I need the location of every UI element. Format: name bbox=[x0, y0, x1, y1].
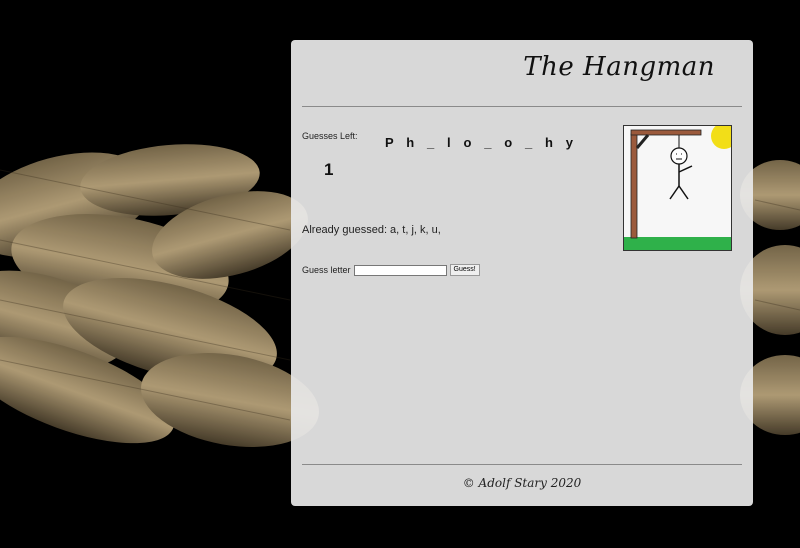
footer-copyright: © Adolf Stary 2020 bbox=[462, 476, 582, 490]
guess-letter-input[interactable] bbox=[353, 264, 447, 276]
already-guessed: Already guessed: a, t, j, k, u, bbox=[302, 224, 441, 236]
footer-divider bbox=[302, 464, 742, 465]
header-divider bbox=[302, 106, 742, 107]
guess-form: Guess letter Guess! bbox=[302, 264, 480, 276]
guesses-left-value: 1 bbox=[324, 160, 334, 179]
word-display: P h _ l o _ o _ h y bbox=[385, 135, 578, 150]
game-panel: The Hangman Guesses Left: 1 P h _ l o _ … bbox=[291, 40, 753, 506]
guess-letter-label: Guess letter bbox=[302, 265, 351, 275]
guess-button[interactable]: Guess! bbox=[449, 264, 480, 276]
guesses-left-label: Guesses Left: bbox=[302, 131, 358, 141]
page-title: The Hangman bbox=[523, 52, 715, 82]
hangman-image bbox=[623, 123, 737, 251]
